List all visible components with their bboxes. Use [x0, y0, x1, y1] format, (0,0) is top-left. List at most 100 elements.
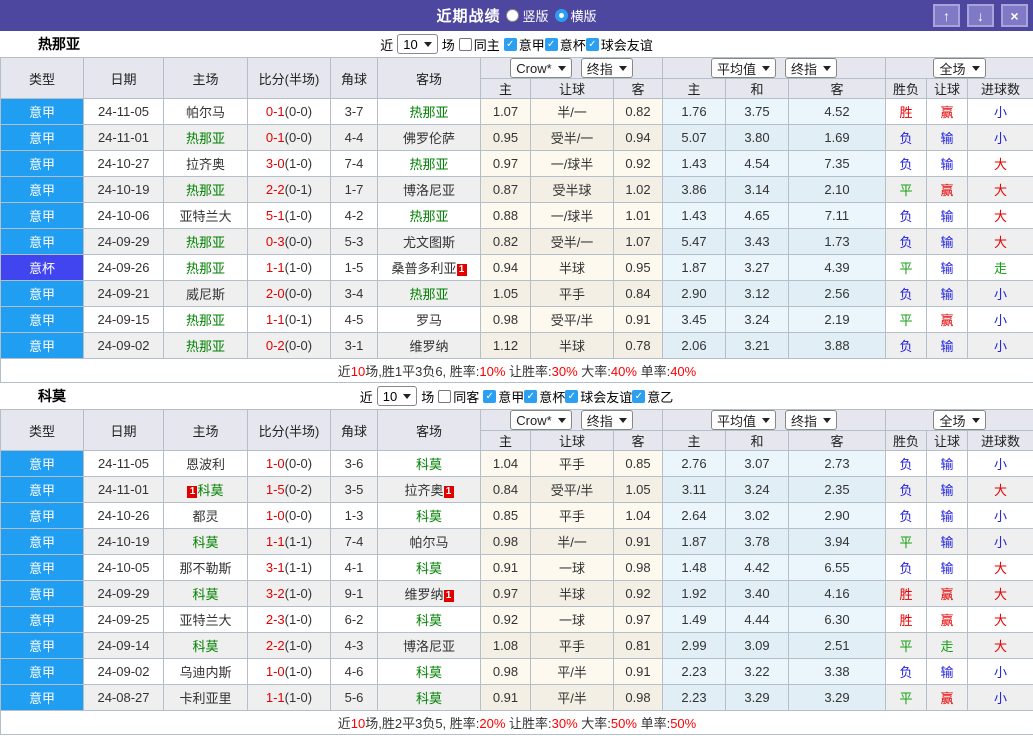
league-filter[interactable]: ✓ 球会友谊 [585, 35, 653, 54]
league-filter[interactable]: ✓ 意杯 [544, 35, 586, 54]
chevron-down-icon [823, 65, 832, 71]
team-label: 桑普多利亚 [391, 261, 457, 276]
layout-radio-vertical[interactable]: 竖版 [506, 6, 549, 25]
move-down-button[interactable]: ↓ [967, 4, 994, 27]
match-row: 意甲 24-09-25 亚特兰大 2-3(1-0) 6-2 科莫 0.92 一球 0.97 1.4… [0, 606, 1033, 633]
avg-select[interactable]: 平均值 [710, 58, 776, 78]
avg-draw: 3.12 [725, 280, 789, 307]
result-outcome: 负 [885, 124, 927, 151]
away-team: 科莫 [377, 502, 481, 529]
league-filter[interactable]: ✓ 意乙 [632, 387, 673, 406]
avg-home: 2.99 [662, 632, 726, 659]
halftime-score: (0-2) [284, 482, 313, 497]
radio-horizontal-label: 横版 [570, 9, 597, 24]
odds-final-select[interactable]: 终指 [580, 58, 633, 78]
avg-home: 1.49 [662, 606, 726, 633]
match-row: 意甲 24-10-06 亚特兰大 5-1(1-0) 4-2 热那亚 0.88 一/球半 1.01… [0, 202, 1033, 229]
move-up-button[interactable]: ↑ [933, 4, 960, 27]
same-venue-checkbox[interactable] [438, 389, 452, 403]
avg-home: 2.64 [662, 502, 726, 529]
home-team: 热那亚 [163, 228, 248, 255]
fulltime-select[interactable]: 全场 [933, 58, 986, 78]
odds-company-select[interactable]: Crow* [510, 58, 572, 78]
halftime-score: (0-0) [284, 234, 313, 249]
odds-handicap: 半球 [530, 332, 614, 359]
league-filter[interactable]: ✓ 球会友谊 [565, 387, 632, 406]
score-cell: 1-0(1-0) [247, 658, 331, 685]
halftime-score: (0-1) [284, 182, 313, 197]
match-date: 24-09-15 [83, 306, 164, 333]
summary-text: 10% [479, 364, 506, 379]
home-team: 乌迪内斯 [163, 658, 248, 685]
league-filter[interactable]: ✓ 意甲 [483, 387, 524, 406]
home-team: 热那亚 [163, 254, 248, 281]
avg-home: 1.43 [662, 150, 726, 177]
fulltime-score: 1-1 [265, 312, 285, 327]
league-label: 意杯 [559, 37, 586, 53]
league-filter[interactable]: ✓ 意杯 [524, 387, 565, 406]
summary-text: 单率: [636, 364, 671, 379]
sub-header-odds-away: 客 [613, 78, 663, 99]
result-outcome: 平 [885, 306, 927, 333]
result-handicap: 输 [926, 450, 968, 477]
odds-home: 0.85 [480, 502, 531, 529]
layout-radio-horizontal[interactable]: 横版 [554, 6, 597, 25]
chevron-down-icon [618, 65, 627, 71]
halftime-score: (1-0) [284, 260, 313, 275]
summary-text: 50% [670, 716, 697, 731]
odds-home: 0.94 [480, 254, 531, 281]
avg-draw: 3.29 [725, 684, 789, 711]
result-goals: 大 [967, 228, 1033, 255]
summary-text: 40% [610, 364, 637, 379]
avg-home: 2.06 [662, 332, 726, 359]
odds-away: 0.95 [613, 254, 663, 281]
avg-select[interactable]: 平均值 [710, 410, 776, 430]
match-type: 意甲 [0, 684, 84, 711]
home-team: 帕尔马 [163, 98, 248, 125]
odds-group-header: Crow* 终指 [480, 409, 663, 431]
odds-home: 1.12 [480, 332, 531, 359]
away-team: 博洛尼亚 [377, 632, 481, 659]
match-row: 意甲 24-11-05 恩波利 1-0(0-0) 3-6 科莫 1.04 平手 0.85 2.76… [0, 450, 1033, 477]
avg-final-select[interactable]: 终指 [785, 58, 838, 78]
league-checkbox[interactable]: ✓ [483, 389, 497, 403]
radio-unselected-icon[interactable] [506, 9, 520, 22]
odds-company-select[interactable]: Crow* [510, 410, 572, 430]
avg-final-select[interactable]: 终指 [785, 410, 838, 430]
league-checkbox[interactable]: ✓ [585, 37, 599, 51]
odds-away: 0.91 [613, 306, 663, 333]
radio-selected-icon[interactable] [554, 9, 568, 22]
match-count-select[interactable]: 10 [397, 34, 438, 54]
fulltime-score: 2-0 [265, 286, 285, 301]
league-checkbox[interactable]: ✓ [544, 37, 558, 51]
result-outcome: 胜 [885, 606, 927, 633]
league-checkbox[interactable]: ✓ [632, 389, 646, 403]
team-label: 科莫 [415, 691, 442, 706]
avg-away: 3.94 [788, 528, 886, 555]
odds-home: 0.97 [480, 150, 531, 177]
fulltime-select[interactable]: 全场 [933, 410, 986, 430]
match-date: 24-09-29 [83, 580, 164, 607]
same-venue-checkbox[interactable] [458, 37, 472, 51]
same-venue-filter[interactable]: 同客 [438, 387, 479, 406]
avg-final-value: 终指 [791, 61, 818, 77]
result-handicap: 输 [926, 658, 968, 685]
red-card-badge: 1 [187, 486, 198, 498]
match-count-select[interactable]: 10 [376, 386, 418, 406]
same-venue-filter[interactable]: 同主 [458, 35, 500, 54]
league-checkbox[interactable]: ✓ [565, 389, 579, 403]
league-checkbox[interactable]: ✓ [524, 389, 538, 403]
league-checkbox[interactable]: ✓ [503, 37, 517, 51]
match-type: 意甲 [0, 606, 84, 633]
match-row: 意甲 24-09-15 热那亚 1-1(0-1) 4-5 罗马 0.98 受平/半 0.91 3.… [0, 306, 1033, 333]
result-handicap: 赢 [926, 176, 968, 203]
sub-header-outcome: 胜负 [885, 78, 927, 99]
summary-text: 让胜率: [505, 364, 552, 379]
team-label: 热那亚 [185, 183, 225, 198]
corners: 5-3 [330, 228, 378, 255]
avg-home: 2.90 [662, 280, 726, 307]
odds-final-select[interactable]: 终指 [580, 410, 633, 430]
close-icon[interactable]: × [1001, 4, 1028, 27]
avg-away: 4.39 [788, 254, 886, 281]
league-filter[interactable]: ✓ 意甲 [503, 35, 545, 54]
